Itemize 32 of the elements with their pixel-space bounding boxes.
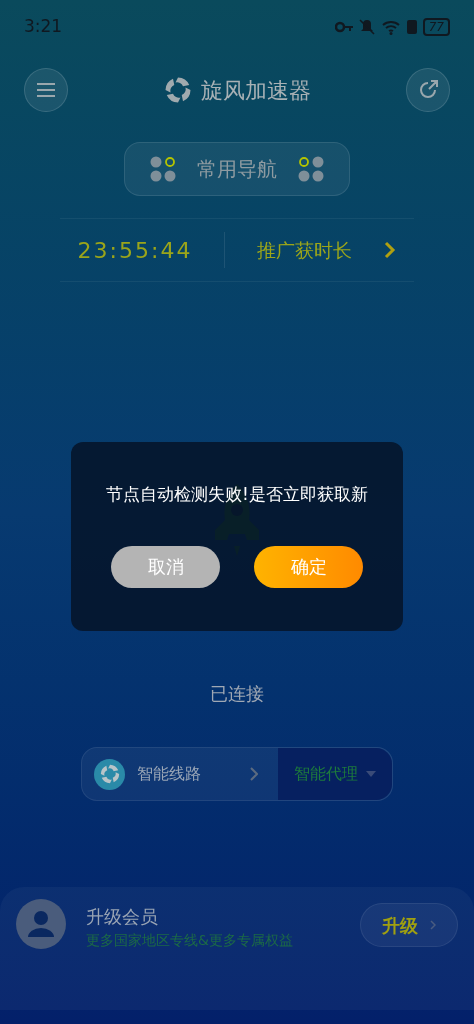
bell-off-icon (358, 19, 375, 35)
member-title: 升级会员 (86, 905, 159, 929)
export-icon (417, 79, 439, 101)
share-button[interactable] (406, 68, 450, 112)
confirm-button[interactable]: 确定 (254, 545, 363, 588)
menu-icon (36, 82, 56, 98)
dialog-message: 节点自动检测失败!是否立即获取新 (106, 483, 368, 506)
battery-indicator: 77 (422, 18, 450, 36)
timer-text: 23:55:44 (77, 236, 193, 265)
apps-icon (149, 155, 177, 183)
promote-link[interactable]: 推广获时长 (257, 235, 353, 265)
navigation-button[interactable]: 常用导航 (124, 142, 350, 196)
member-subtitle: 更多国家地区专线&更多专属权益 (86, 931, 293, 950)
proxy-mode-dropdown[interactable]: 智能代理 (278, 748, 392, 800)
caret-down-icon (366, 771, 376, 777)
app-title: 旋风加速器 (201, 76, 311, 105)
cancel-button[interactable]: 取消 (111, 545, 220, 588)
chevron-right-icon (384, 241, 397, 259)
sim-icon (406, 19, 417, 35)
route-line-button[interactable]: 智能线路 (82, 748, 278, 800)
chevron-right-icon (430, 920, 436, 930)
avatar-icon (16, 899, 66, 949)
status-time: 3:21 (24, 15, 63, 39)
menu-button[interactable] (24, 68, 68, 112)
wifi-icon (380, 19, 401, 35)
apps-icon (297, 155, 325, 183)
swirl-logo-icon (98, 763, 121, 785)
key-icon (334, 21, 353, 33)
connection-status: 已连接 (210, 682, 264, 706)
swirl-logo-icon (163, 75, 193, 105)
chevron-right-icon (250, 767, 258, 781)
upgrade-button[interactable]: 升级 (360, 903, 458, 947)
